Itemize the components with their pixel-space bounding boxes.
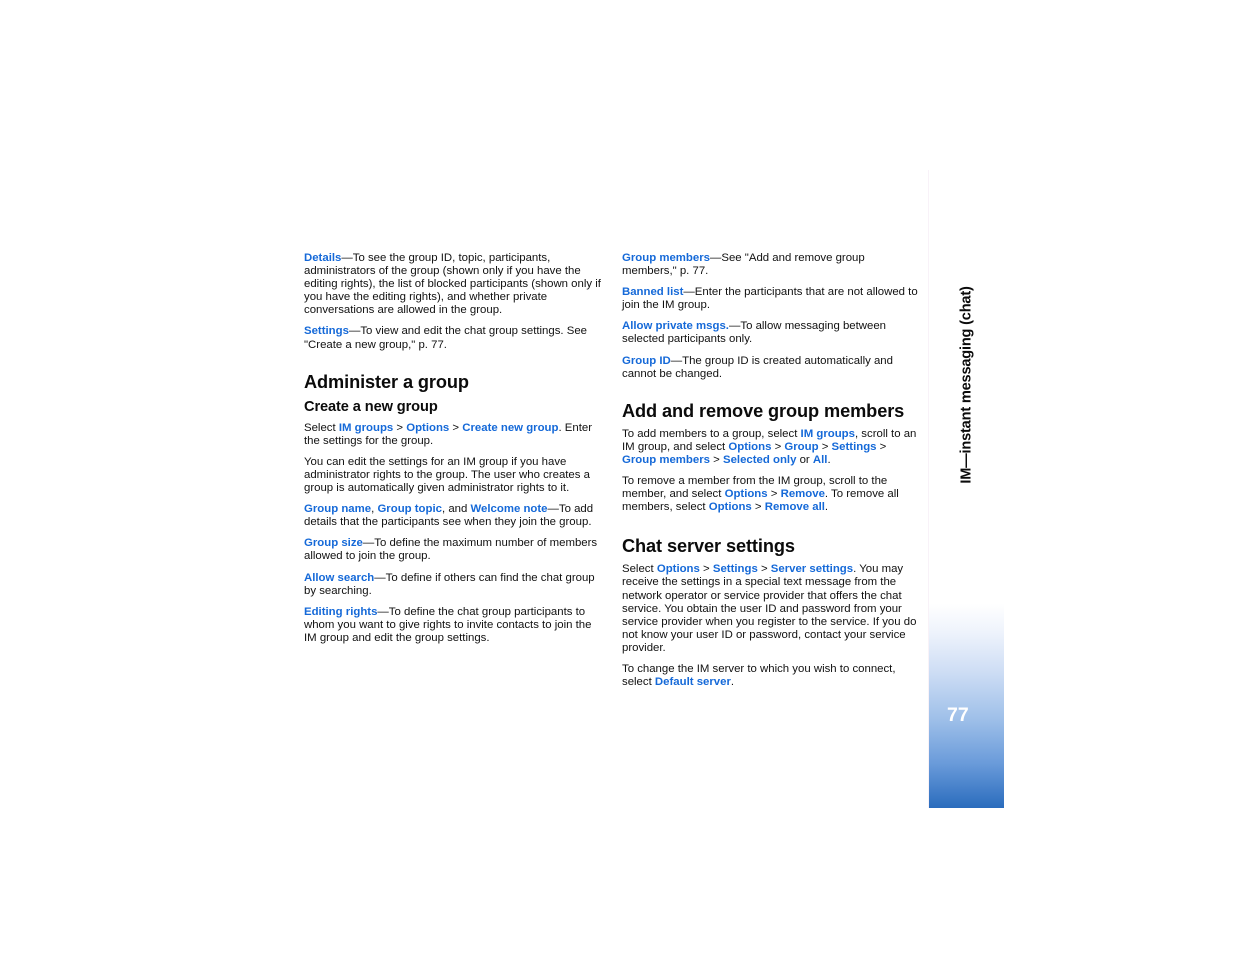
add-members-tail: . [827,453,831,466]
right-text-column: Group members—See "Add and remove group … [622,252,920,697]
paragraph-group-id: Group ID—The group ID is created automat… [622,355,920,381]
term-settings: Settings [304,325,349,338]
menu-group-members: Group members [622,453,710,466]
left-text-column: Details—To see the group ID, topic, part… [304,252,606,653]
term-details: Details [304,252,342,264]
menu-remove: Remove [780,488,825,501]
sep: > [709,453,723,466]
menu-group: Group [784,440,819,453]
sep-or: or [796,453,813,466]
menu-options: Options [728,440,772,453]
menu-options: Options [406,421,450,434]
paragraph-add-members: To add members to a group, select IM gro… [622,428,920,467]
paragraph-details: Details—To see the group ID, topic, part… [304,252,606,317]
heading-add-and-remove-group-members: Add and remove group members [622,400,905,421]
sep: > [757,563,771,576]
setting-allow-search: Allow search [304,571,375,584]
menu-settings: Settings [712,563,758,576]
setting-group-id: Group ID [622,354,671,367]
heading-chat-server-settings: Chat server settings [622,536,795,557]
setting-group-size: Group size [304,537,363,550]
setting-allow-private-msgs: Allow private msgs. [622,320,729,333]
paragraph-group-size: Group size—To define the maximum number … [304,537,606,563]
paragraph-server-settings: Select Options > Settings > Server setti… [622,563,920,655]
manual-page: Details—To see the group ID, topic, part… [0,0,1235,954]
sep: > [699,563,713,576]
menu-remove-all: Remove all [764,501,825,514]
server-settings-lead: Select [622,563,657,576]
server-settings-tail: . You may receive the settings in a spec… [622,563,917,654]
menu-im-groups: IM groups [800,427,855,440]
menu-options: Options [724,488,768,501]
paragraph-edit-settings-note: You can edit the settings for an IM grou… [304,455,590,495]
subheading-create-a-new-group: Create a new group [304,398,438,415]
sep: > [393,421,407,434]
menu-options: Options [708,501,752,514]
setting-banned-list: Banned list [622,286,684,299]
menu-server-settings: Server settings [770,563,854,576]
setting-group-name: Group name [304,503,372,516]
setting-editing-rights: Editing rights [304,605,378,618]
paragraph-create-select: Select IM groups > Options > Create new … [304,422,606,448]
paragraph-remove-members: To remove a member from the IM group, sc… [622,475,920,514]
chapter-thumb-tab: IM—instant messaging (chat) 77 [929,170,1004,808]
menu-all: All [812,453,828,466]
paragraph-settings: Settings—To view and edit the chat group… [304,325,606,351]
sep: > [818,440,832,453]
menu-settings: Settings [831,440,877,453]
paragraph-group-name-topic-welcome: Group name, Group topic, and Welcome not… [304,503,606,529]
setting-group-topic: Group topic [377,503,442,516]
paragraph-group-members: Group members—See "Add and remove group … [622,252,920,278]
default-server-tail: . [730,676,735,689]
paragraph-allow-search: Allow search—To define if others can fin… [304,572,606,598]
page-number: 77 [947,704,969,726]
add-members-lead: To add members to a group, select [622,427,801,440]
setting-group-members: Group members [622,252,710,264]
menu-selected-only: Selected only [722,453,797,466]
sep: > [767,488,781,501]
remove-members-tail: . [824,501,829,514]
sep: > [876,440,887,453]
term-details-body: —To see the group ID, topic, participant… [304,252,601,317]
sep: , and [441,503,471,516]
menu-default-server: Default server [654,676,731,689]
paragraph-default-server: To change the IM server to which you wis… [622,663,920,689]
sep: > [449,421,463,434]
paragraph-editing-rights: Editing rights—To define the chat group … [304,606,606,645]
chapter-tab-label: IM—instant messaging (chat) [958,286,975,484]
setting-welcome-note: Welcome note [470,503,548,516]
paragraph-banned-list: Banned list—Enter the participants that … [622,286,920,312]
menu-create-new-group: Create new group [462,421,559,434]
menu-options: Options [656,563,700,576]
create-select-lead: Select [304,421,339,434]
chapter-tab-label-wrapper: IM—instant messaging (chat) [929,170,1004,600]
paragraph-allow-private-msgs: Allow private msgs.—To allow messaging b… [622,320,920,346]
menu-im-groups: IM groups [338,421,394,434]
sep: > [771,440,785,453]
heading-administer-a-group: Administer a group [304,371,469,392]
sep: > [751,501,765,514]
